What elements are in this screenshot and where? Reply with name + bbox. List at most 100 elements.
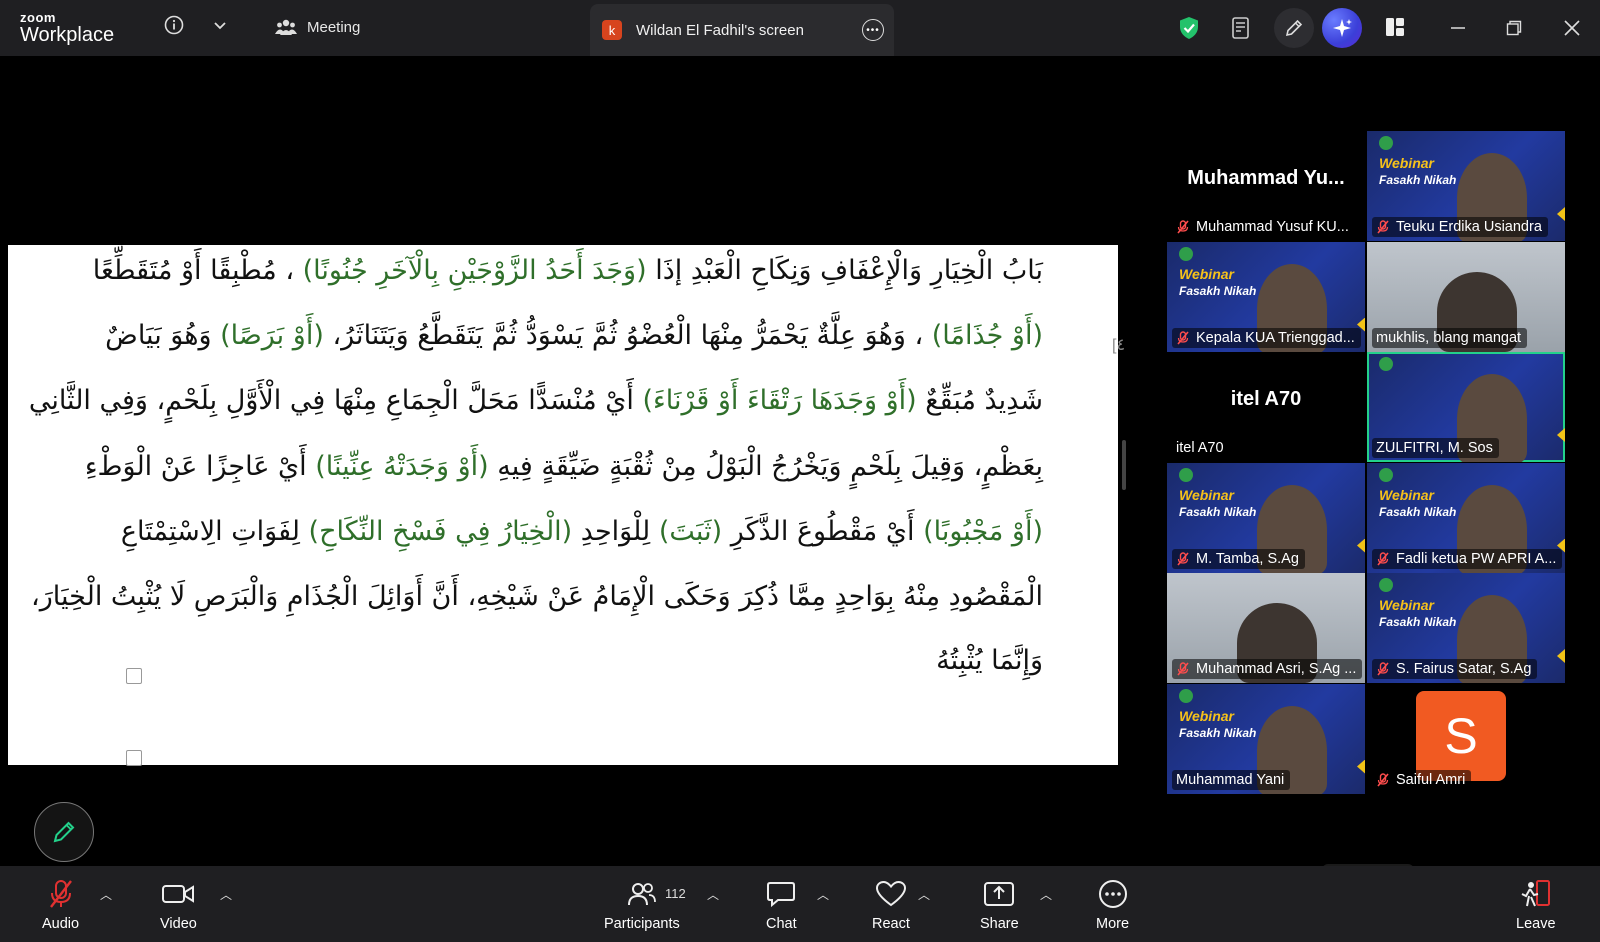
more-button[interactable]: More [1096, 878, 1129, 932]
document-line: بِعَظْمٍ، وَقِيلَ بِلَحْمٍ وَيَخْرُجُ ال… [83, 451, 1043, 482]
participant-tile[interactable]: itel A70 itel A70 [1167, 352, 1365, 462]
participant-name: mukhlis, blang mangat [1376, 329, 1522, 346]
pencil-icon [53, 821, 75, 843]
react-label: React [872, 916, 910, 932]
chat-options-caret[interactable]: ︿ [817, 886, 829, 903]
participant-name-tag: itel A70 [1172, 438, 1230, 458]
heart-icon [875, 880, 906, 907]
shared-screen[interactable]: بَابُ الْخِيَارِ وَالْإِعْفَافِ وَنِكَاح… [8, 70, 1125, 862]
participant-name-tag: ZULFITRI, M. Sos [1372, 438, 1499, 458]
webinar-title: Webinar [1179, 486, 1234, 503]
video-options-caret[interactable]: ︿ [220, 886, 232, 903]
more-options-icon[interactable]: ••• [862, 19, 884, 41]
sharh-text: بِعَظْمٍ، وَقِيلَ بِلَحْمٍ وَيَخْرُجُ ال… [488, 451, 1043, 482]
meeting-label: Meeting [307, 18, 361, 36]
participant-tile[interactable]: mukhlis, blang mangat [1367, 241, 1565, 352]
participant-tile[interactable]: S Saiful Amri [1367, 683, 1565, 794]
ai-companion-icon[interactable] [1322, 8, 1362, 48]
slide-marker [1557, 428, 1565, 442]
info-icon[interactable] [163, 14, 185, 36]
participant-tile[interactable]: Webinar Fasakh Nikah Muhammad Yani [1167, 683, 1365, 794]
document-line: (أَوْ جُذَامًا) ، وَهُوَ عِلَّةٌ يَحْمَر… [83, 320, 1043, 351]
participant-name: Saiful Amri [1396, 771, 1466, 788]
participant-tile[interactable]: ZULFITRI, M. Sos [1367, 352, 1565, 462]
react-options-caret[interactable]: ︿ [918, 886, 930, 903]
react-button[interactable]: React [872, 878, 910, 932]
more-icon [1098, 880, 1127, 908]
meeting-toolbar: Audio ︿ Video ︿ Participants 112 ︿ Chat … [0, 866, 1600, 942]
restore-window-icon[interactable] [1502, 16, 1526, 40]
participant-name: M. Tamba, S.Ag [1196, 550, 1299, 567]
video-label: Video [160, 916, 197, 932]
webinar-subtitle: Fasakh Nikah [1379, 615, 1457, 629]
ministry-logo-icon [1379, 357, 1393, 371]
leave-label: Leave [1516, 916, 1556, 932]
participant-tile[interactable]: Webinar Fasakh Nikah Fadli ketua PW APRI A… [1367, 462, 1565, 573]
shield-check-icon[interactable] [1176, 14, 1202, 42]
participant-name: Muhammad Yusuf KU... [1196, 219, 1349, 235]
annotate-button[interactable] [34, 802, 94, 862]
webinar-subtitle: Fasakh Nikah [1379, 504, 1457, 519]
participant-tile[interactable]: Webinar Fasakh Nikah Teuku Erdika Usiandra [1367, 131, 1565, 241]
minimize-icon[interactable] [1446, 16, 1470, 40]
meeting-menu[interactable]: Meeting [275, 18, 360, 36]
splitter-handle[interactable] [1122, 440, 1126, 490]
audio-button[interactable]: Audio [42, 878, 79, 932]
share-screen-icon [984, 882, 1015, 906]
ministry-logo-icon [1179, 688, 1193, 703]
participant-tile[interactable]: Webinar Fasakh Nikah Kepala KUA Trienggad.… [1167, 241, 1365, 352]
webinar-title: Webinar [1379, 597, 1434, 613]
screen-share-tab[interactable]: k Wildan El Fadhil's screen ••• [590, 4, 894, 56]
share-options-caret[interactable]: ︿ [1040, 886, 1052, 903]
copy-icon[interactable] [126, 750, 142, 766]
document-side-mark: [٤ [1112, 337, 1126, 354]
zoom-workplace-logo: zoom Workplace [20, 11, 114, 45]
logo-line-2: Workplace [20, 24, 115, 46]
document-line: شَدِيدٌ مُبَقِّعٌ (أَوْ وَجَدَهَا رَتْقَ… [29, 385, 1043, 416]
sharh-text: لِلْوَاحِدِ [572, 516, 659, 547]
participants-icon [627, 883, 656, 906]
chat-label: Chat [766, 916, 797, 932]
copy-icon[interactable] [126, 668, 142, 684]
meeting-stage: بَابُ الْخِيَارِ وَالْإِعْفَافِ وَنِكَاح… [0, 56, 1600, 906]
mic-muted-icon [1376, 220, 1390, 234]
ministry-logo-icon [1379, 578, 1393, 592]
participant-name: Muhammad Asri, S.Ag ... [1196, 661, 1357, 677]
participants-options-caret[interactable]: ︿ [707, 886, 719, 903]
chat-button[interactable]: Chat [766, 878, 797, 932]
matn-highlight: (أَوْ مَجْبُوبًا) [923, 516, 1043, 547]
participant-name-tag: S. Fairus Satar, S.Ag [1372, 659, 1538, 679]
view-layout-icon[interactable] [1382, 14, 1408, 40]
sharh-text: وَهُوَ بَيَاضٌ [105, 320, 221, 351]
close-icon[interactable] [1560, 16, 1584, 40]
chevron-down-icon[interactable] [210, 16, 230, 36]
participant-name-tag: Muhammad Asri, S.Ag ... [1172, 659, 1362, 679]
annotate-pencil-icon[interactable] [1274, 8, 1314, 48]
webinar-title: Webinar [1379, 155, 1434, 171]
document-line: (أَوْ مَجْبُوبًا) أَيْ مَقْطُوعَ الذَّكَ… [83, 516, 1043, 547]
webinar-title: Webinar [1179, 265, 1234, 282]
ministry-logo-icon [1179, 246, 1193, 261]
sharh-text: ، وَهُوَ عِلَّةٌ يَحْمَرُّ مِنْهَا الْعُ… [323, 320, 932, 351]
participants-label: Participants [604, 916, 680, 932]
mic-muted-icon [1376, 772, 1390, 787]
audio-label: Audio [42, 916, 80, 932]
document-line: وَإِنَّمَا يُثْبِتُهُ [83, 645, 1043, 676]
participant-tile[interactable]: Muhammad Yu... Muhammad Yusuf KU... [1167, 131, 1365, 241]
notes-icon[interactable] [1228, 14, 1254, 42]
participant-name-tag: Muhammad Yusuf KU... [1172, 217, 1355, 237]
audio-options-caret[interactable]: ︿ [100, 886, 112, 903]
participant-tile[interactable]: Webinar Fasakh Nikah S. Fairus Satar, S.Ag [1367, 573, 1565, 683]
participant-tile[interactable]: Webinar Fasakh Nikah M. Tamba, S.Ag [1167, 462, 1365, 573]
share-button[interactable]: Share [980, 878, 1019, 932]
participant-tile[interactable]: Muhammad Asri, S.Ag ... [1167, 573, 1365, 683]
webinar-subtitle: Fasakh Nikah [1179, 725, 1257, 740]
ministry-logo-icon [1379, 136, 1393, 150]
video-button[interactable]: Video [160, 878, 197, 932]
matn-highlight: (أَوْ وَجَدَتْهُ عِنِّينًا) [315, 451, 489, 482]
leave-button[interactable]: Leave [1516, 878, 1556, 932]
matn-highlight: (الْخِيَارُ فِي فَسْخِ النِّكَاحِ) [308, 516, 573, 547]
participant-name-tag: Saiful Amri [1372, 769, 1472, 790]
participants-count: 112 [665, 886, 686, 901]
mic-muted-icon [1176, 662, 1190, 676]
